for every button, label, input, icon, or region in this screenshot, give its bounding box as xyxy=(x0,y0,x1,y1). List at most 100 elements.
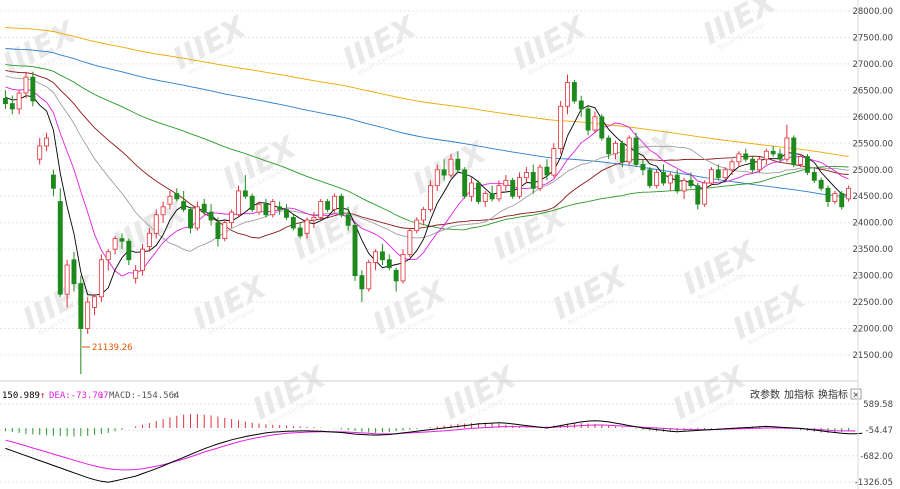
macd-legend: 150.989 ↑ DEA:-73.707 ↓ MACD:-154.564 ↑ xyxy=(2,391,179,401)
candle-body xyxy=(366,261,372,290)
watermark-text: IIIEX xyxy=(697,0,783,52)
candle-body xyxy=(626,137,632,163)
candle-body xyxy=(318,201,324,218)
switch-indicator-button[interactable]: 换指标 xyxy=(818,388,848,401)
candle-body xyxy=(482,193,488,202)
watermark-text: IIIEX xyxy=(507,9,593,77)
candle-body xyxy=(804,156,810,173)
candle-body xyxy=(777,153,783,160)
candle-body xyxy=(92,296,97,308)
candle-body xyxy=(407,230,413,255)
candle-body xyxy=(105,251,111,261)
candle-body xyxy=(78,283,84,329)
dea-line xyxy=(5,424,856,471)
candle-body xyxy=(64,264,70,295)
candle-body xyxy=(729,161,735,171)
candle-body xyxy=(215,222,221,239)
candle-body xyxy=(311,216,317,221)
watermark-text: IIIEX xyxy=(107,194,193,262)
candle-body xyxy=(818,179,824,189)
candle-body xyxy=(757,158,762,171)
candle-body xyxy=(530,172,536,189)
candle-body xyxy=(517,177,522,197)
ma-line-darkred xyxy=(5,69,849,239)
candle-body xyxy=(592,116,598,131)
candle-body xyxy=(414,219,420,232)
candle-body xyxy=(551,148,557,176)
candle-body xyxy=(763,150,769,160)
candle-body xyxy=(160,206,166,216)
watermark-text: IIIEX xyxy=(187,269,273,337)
watermark: IIIEXBitcoin Exchange xyxy=(437,359,523,427)
candle-body xyxy=(565,82,570,107)
candle-body xyxy=(208,211,214,221)
candle-body xyxy=(770,150,776,155)
watermark-text: IIIEX xyxy=(667,359,753,427)
candle-body xyxy=(503,179,509,187)
watermark-text: IIIEX xyxy=(487,199,573,267)
candle-body xyxy=(736,153,742,163)
candle-body xyxy=(98,259,104,298)
candle-body xyxy=(188,209,193,229)
candle-body xyxy=(606,137,612,155)
candle-body xyxy=(571,82,577,102)
candle-body xyxy=(674,174,680,192)
dif-value: 150.989 xyxy=(2,391,40,401)
candle-body xyxy=(496,185,502,200)
candle-body xyxy=(229,211,235,224)
candle-body xyxy=(750,158,756,171)
candle-body xyxy=(715,169,721,179)
watermark: IIIEXBitcoin Exchange xyxy=(667,359,753,427)
candle-body xyxy=(633,137,639,165)
price-tick-label: 28000.00 xyxy=(852,7,893,17)
dif-arrow: ↑ xyxy=(40,391,45,401)
candle-body xyxy=(270,201,276,216)
candle-body xyxy=(434,169,440,187)
candle-body xyxy=(373,251,379,263)
candle-body xyxy=(400,254,406,282)
params-button[interactable]: 改参数 xyxy=(750,388,780,401)
watermark-text: IIIEX xyxy=(547,259,633,327)
candlestick-chart: IIIEXBitcoin Exchange IIIEXBitcoin Exchan… xyxy=(0,0,893,489)
watermark: IIIEXBitcoin Exchange xyxy=(247,359,333,427)
candle-body xyxy=(832,193,838,202)
candle-body xyxy=(619,142,625,163)
macd-tick-label: -1326.05 xyxy=(855,478,893,488)
candle-body xyxy=(23,76,29,94)
price-tick-label: 26000.00 xyxy=(852,113,893,123)
candle-body xyxy=(174,193,180,200)
candle-body xyxy=(181,201,187,210)
candle-body xyxy=(839,193,845,208)
candle-body xyxy=(242,190,248,197)
candle-body xyxy=(140,248,145,271)
watermark: IIIEXBitcoin Exchange xyxy=(167,9,253,77)
candle-body xyxy=(695,185,701,205)
watermark: IIIEXBitcoin Exchange xyxy=(547,259,633,327)
macd-arrow: ↑ xyxy=(172,391,177,401)
candle-body xyxy=(448,158,454,176)
candle-body xyxy=(379,251,385,261)
candle-body xyxy=(30,76,36,102)
candle-body xyxy=(462,169,468,197)
low-annotation: 21139.26 xyxy=(82,343,133,353)
watermark: IIIEXBitcoin Exchange xyxy=(697,0,783,52)
close-button[interactable]: × xyxy=(850,388,862,401)
close-icon: × xyxy=(852,391,860,401)
candle-body xyxy=(345,214,351,226)
add-indicator-button[interactable]: 加指标 xyxy=(784,388,814,401)
candle-body xyxy=(667,174,673,184)
candle-body xyxy=(16,92,22,110)
candle-body xyxy=(846,187,852,200)
watermark-text: IIIEX xyxy=(167,9,253,77)
candle-body xyxy=(558,105,564,149)
candle-body xyxy=(9,103,15,110)
watermark: IIIEXBitcoin Exchange xyxy=(337,9,423,77)
candle-body xyxy=(510,179,516,197)
candle-body xyxy=(44,137,50,147)
candle-body xyxy=(277,206,283,210)
candle-body xyxy=(688,179,694,187)
macd-histogram xyxy=(4,414,850,437)
candle-body xyxy=(126,240,132,261)
candle-body xyxy=(359,275,365,290)
price-tick-label: 22500.00 xyxy=(852,298,893,308)
